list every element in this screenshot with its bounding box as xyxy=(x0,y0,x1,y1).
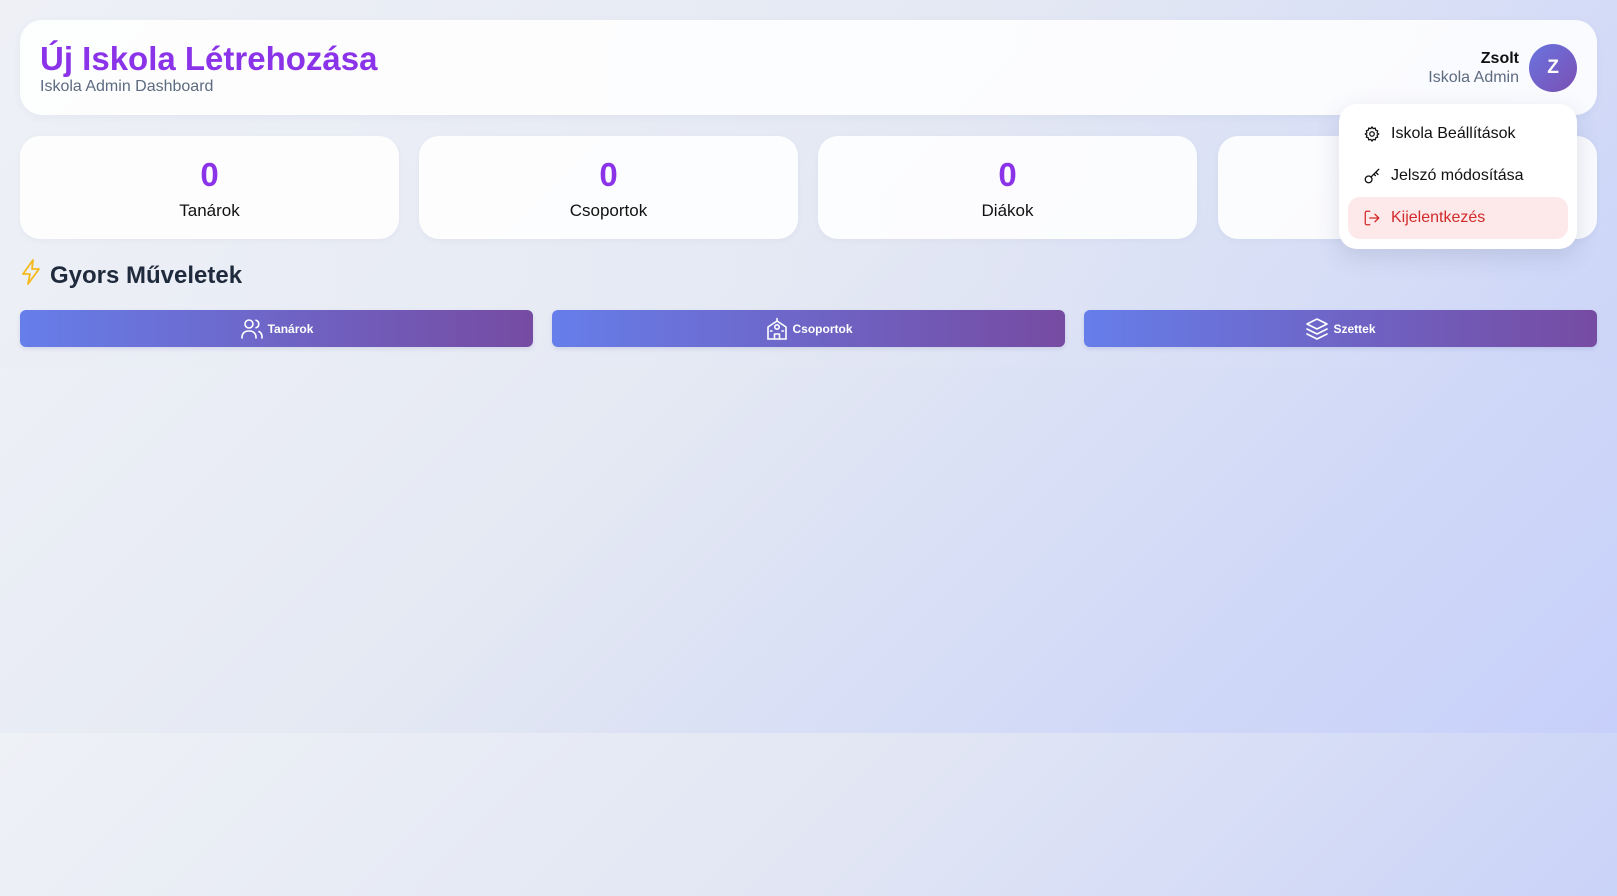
stat-value: 0 xyxy=(998,156,1017,193)
menu-item-change-password[interactable]: Jelszó módosítása xyxy=(1348,155,1568,197)
menu-item-label: Jelszó módosítása xyxy=(1391,167,1524,184)
menu-item-label: Iskola Beállítások xyxy=(1391,125,1516,142)
dashboard-header: Új Iskola Létrehozása Iskola Admin Dashb… xyxy=(20,20,1597,115)
layers-icon xyxy=(1305,317,1329,341)
sets-button-label: Szettek xyxy=(1333,321,1376,336)
stat-label: Diákok xyxy=(981,201,1034,220)
quick-actions-title-text: Gyors Műveletek xyxy=(50,261,243,289)
page-background-bottom xyxy=(0,733,1617,896)
stat-card-groups: 0 Csoportok xyxy=(419,136,798,239)
user-avatar[interactable]: Z xyxy=(1529,44,1577,92)
menu-item-logout[interactable]: Kijelentkezés xyxy=(1348,197,1568,239)
stat-label: Csoportok xyxy=(569,201,648,220)
quick-actions-title: Gyors Műveletek xyxy=(20,259,242,292)
groups-button[interactable]: Csoportok xyxy=(552,310,1065,347)
stat-value: 0 xyxy=(200,156,219,193)
stat-label: Tanárok xyxy=(179,201,240,220)
users-icon xyxy=(240,317,264,341)
school-icon xyxy=(765,317,789,341)
teachers-button[interactable]: Tanárok xyxy=(20,310,533,347)
key-icon xyxy=(1363,167,1381,185)
user-role: Iskola Admin xyxy=(1428,69,1519,86)
user-name: Zsolt xyxy=(1480,50,1519,67)
lightning-icon xyxy=(20,259,44,292)
sets-button[interactable]: Szettek xyxy=(1084,310,1597,347)
page-subtitle: Iskola Admin Dashboard xyxy=(40,78,214,95)
groups-button-label: Csoportok xyxy=(792,321,853,336)
teachers-button-label: Tanárok xyxy=(267,321,314,336)
user-dropdown-menu: Iskola Beállítások Jelszó módosítása Kij… xyxy=(1339,104,1577,249)
menu-item-label: Kijelentkezés xyxy=(1391,209,1486,226)
menu-item-school-settings[interactable]: Iskola Beállítások xyxy=(1348,113,1568,155)
logout-icon xyxy=(1363,209,1381,227)
gear-icon xyxy=(1363,125,1381,143)
stat-card-teachers: 0 Tanárok xyxy=(20,136,399,239)
stat-card-students: 0 Diákok xyxy=(818,136,1197,239)
stat-value: 0 xyxy=(599,156,618,193)
page-title: Új Iskola Létrehozása xyxy=(40,40,378,77)
